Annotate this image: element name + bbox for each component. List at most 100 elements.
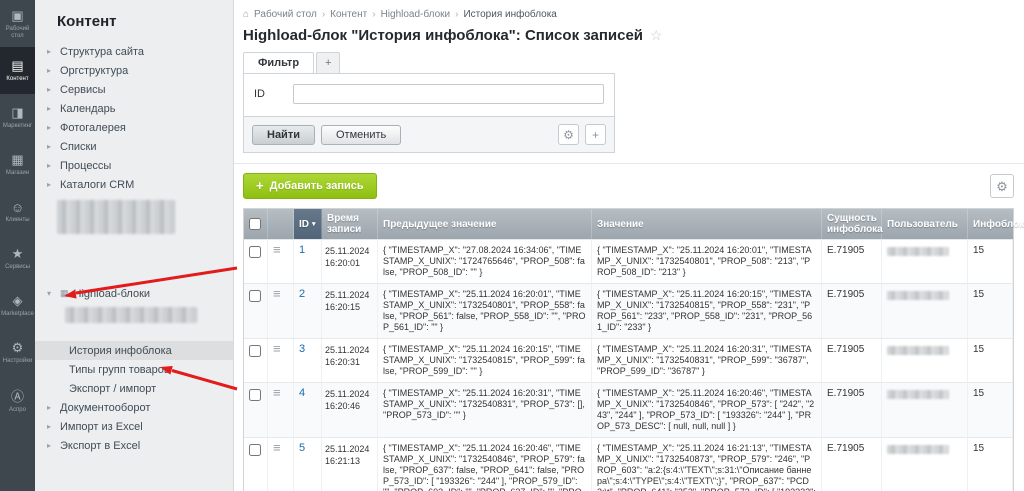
blurred-username <box>887 291 949 300</box>
breadcrumb: ⌂Рабочий стол›Контент›Highload-блоки›Ист… <box>233 0 1024 20</box>
breadcrumb-item[interactable]: Рабочий стол <box>254 9 317 20</box>
favorite-star-icon[interactable]: ☆ <box>650 27 663 44</box>
filter-add-field-icon[interactable]: + <box>585 124 606 145</box>
breadcrumb-item[interactable]: Контент <box>330 9 367 20</box>
record-date: 25.11.2024 <box>325 289 372 301</box>
sidebar-item[interactable]: Типы групп товаров <box>35 360 233 379</box>
rail-item-clients[interactable]: ☺Клиенты <box>0 188 35 235</box>
sidebar-item[interactable]: Экспорт / импорт <box>35 379 233 398</box>
title-row: Highload-блок "История инфоблока": Списо… <box>233 20 1024 49</box>
filter-settings-gear-icon[interactable]: ⚙ <box>558 124 579 145</box>
rail-item-services[interactable]: ★Сервисы <box>0 235 35 282</box>
sidebar-item[interactable]: ▸Списки <box>35 137 233 156</box>
sidebar-item[interactable]: ▸Каталоги CRM <box>35 175 233 194</box>
filter-id-input[interactable] <box>293 84 604 104</box>
record-id-link[interactable]: 5 <box>299 442 305 454</box>
breadcrumb-item[interactable]: История инфоблока <box>463 9 556 20</box>
rail-item-marketplace[interactable]: ◈Marketplace <box>0 282 35 329</box>
sidebar-item-label: Фотогалерея <box>60 122 126 134</box>
row-checkbox[interactable] <box>249 345 261 357</box>
row-menu-icon[interactable]: ≡ <box>268 339 294 382</box>
sidebar-item-label: История инфоблока <box>69 345 172 357</box>
rail-item-label: Настройки <box>3 358 32 365</box>
rail-item-label: Аспро <box>9 407 26 414</box>
filter-tab[interactable]: Фильтр <box>243 52 314 73</box>
sidebar-item[interactable]: ▸Календарь <box>35 99 233 118</box>
row-id-cell: 5 <box>294 438 322 491</box>
header-user[interactable]: Пользователь <box>882 209 968 239</box>
rail-item-desktop[interactable]: ▣Рабочий стол <box>0 0 35 47</box>
sidebar-item[interactable]: ▸Оргструктура <box>35 61 233 80</box>
header-entity[interactable]: Сущность инфоблока <box>822 209 882 239</box>
sidebar-item-label: Экспорт / импорт <box>69 383 156 395</box>
chevron-right-icon: ▸ <box>47 403 55 412</box>
header-infoblock[interactable]: Инфоблок <box>968 209 1024 239</box>
grid-settings-gear-icon[interactable]: ⚙ <box>990 174 1014 198</box>
blurred-username <box>887 346 949 355</box>
blurred-menu-item <box>57 200 175 234</box>
sidebar-item[interactable]: ▸ Фотогалерея <box>35 118 233 137</box>
chevron-right-icon: ▸ <box>47 180 55 189</box>
row-entity-cell: E.71905 <box>822 284 882 338</box>
header-id[interactable]: ID ▾ <box>294 209 322 239</box>
sidebar-item[interactable]: ▸Импорт из Excel <box>35 417 233 436</box>
rail-item-store[interactable]: ▦Магазин <box>0 141 35 188</box>
chevron-down-icon: ▾ <box>47 289 55 298</box>
row-menu-icon[interactable]: ≡ <box>268 284 294 338</box>
table-row: ≡525.11.202416:21:13{ "TIMESTAMP_X": "25… <box>244 437 1013 491</box>
breadcrumb-separator: › <box>455 9 458 20</box>
sidebar-item[interactable]: ▸Структура сайта <box>35 42 233 61</box>
header-time[interactable]: Время записи <box>322 209 378 239</box>
row-checkbox[interactable] <box>249 290 261 302</box>
row-infoblock-cell: 15 <box>968 240 1013 283</box>
sidebar-item[interactable]: ▾▦Highload-блоки <box>35 284 233 303</box>
blurred-username <box>887 247 949 256</box>
row-checkbox[interactable] <box>249 246 261 258</box>
sidebar-item-label: Документооборот <box>60 402 150 414</box>
sidebar-item[interactable]: История инфоблока <box>35 341 233 360</box>
record-id-link[interactable]: 4 <box>299 387 305 399</box>
record-id-link[interactable]: 3 <box>299 343 305 355</box>
record-id-link[interactable]: 1 <box>299 244 305 256</box>
row-menu-icon[interactable]: ≡ <box>268 383 294 437</box>
rail-item-content[interactable]: ▤Контент <box>0 47 35 94</box>
find-button[interactable]: Найти <box>252 125 315 145</box>
content-sidebar: Контент ▸Структура сайта▸Оргструктура▸Се… <box>35 0 234 491</box>
chevron-right-icon: ▸ <box>47 422 55 431</box>
add-record-button[interactable]: + Добавить запись <box>243 173 377 199</box>
main-area: ⌂Рабочий стол›Контент›Highload-блоки›Ист… <box>233 0 1024 491</box>
blurred-username <box>887 445 949 454</box>
row-prev-value-cell: { "TIMESTAMP_X": "25.11.2024 16:20:01", … <box>378 284 592 338</box>
add-filter-tab[interactable]: + <box>316 52 340 73</box>
row-menu-icon[interactable]: ≡ <box>268 240 294 283</box>
chevron-right-icon: ▸ <box>47 123 55 132</box>
breadcrumb-item[interactable]: Highload-блоки <box>381 9 451 20</box>
row-value-cell: { "TIMESTAMP_X": "25.11.2024 16:20:31", … <box>592 339 822 382</box>
cancel-button[interactable]: Отменить <box>321 125 401 145</box>
sidebar-item[interactable]: ▸Сервисы <box>35 80 233 99</box>
sidebar-item-label: Оргструктура <box>60 65 128 77</box>
header-prev-value[interactable]: Предыдущее значение <box>378 209 592 239</box>
select-all-checkbox[interactable] <box>249 218 261 230</box>
row-menu-icon[interactable]: ≡ <box>268 438 294 491</box>
rail-item-label: Маркетинг <box>3 123 32 130</box>
row-value-cell: { "TIMESTAMP_X": "25.11.2024 16:20:01", … <box>592 240 822 283</box>
sidebar-item[interactable]: ▸Экспорт в Excel <box>35 436 233 455</box>
sidebar-item[interactable]: ▸ Документооборот <box>35 398 233 417</box>
row-checkbox[interactable] <box>249 389 261 401</box>
row-user-cell <box>882 240 968 283</box>
rail-item-aspro[interactable]: ⒶАспро <box>0 376 35 423</box>
rail-item-marketing[interactable]: ◨Маркетинг <box>0 94 35 141</box>
row-id-cell: 1 <box>294 240 322 283</box>
row-checkbox[interactable] <box>249 444 261 456</box>
header-value[interactable]: Значение <box>592 209 822 239</box>
sidebar-item-label: Типы групп товаров <box>69 364 170 376</box>
row-select-cell <box>244 438 268 491</box>
rail-item-settings[interactable]: ⚙Настройки <box>0 329 35 376</box>
sidebar-spacer <box>35 327 233 341</box>
row-select-cell <box>244 339 268 382</box>
services-icon: ★ <box>12 246 24 262</box>
sidebar-item[interactable]: ▸Процессы <box>35 156 233 175</box>
row-prev-value-cell: { "TIMESTAMP_X": "25.11.2024 16:20:31", … <box>378 383 592 437</box>
record-id-link[interactable]: 2 <box>299 288 305 300</box>
